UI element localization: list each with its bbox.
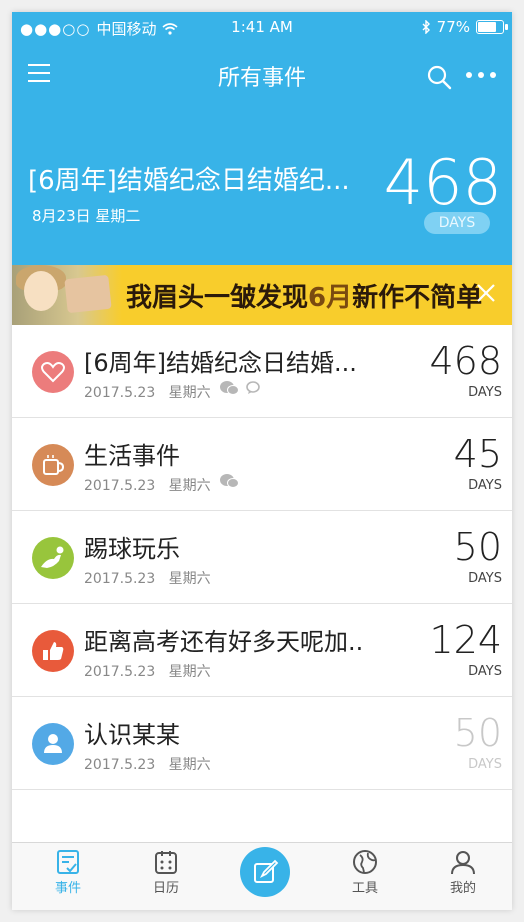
event-title: 踢球玩乐: [84, 535, 180, 563]
event-unit: DAYS: [468, 757, 502, 772]
event-date: 2017.5.23 星期六: [84, 571, 211, 587]
event-row[interactable]: 踢球玩乐 2017.5.23 星期六 50 DAYS: [12, 511, 512, 604]
banner-text: 我眉头一皱发现6月新作不简单: [126, 283, 483, 313]
event-count: 50: [453, 711, 502, 755]
event-share-status: [219, 380, 261, 396]
battery-percent: 77%: [436, 18, 470, 36]
featured-event-title[interactable]: [6周年]结婚纪念日结婚纪...: [28, 160, 350, 197]
event-count: 50: [453, 525, 502, 569]
event-date: 2017.5.23 星期六: [84, 757, 211, 773]
event-title: 生活事件: [84, 442, 180, 470]
heart-icon: [32, 351, 74, 393]
tab-calendar-label: 日历: [152, 881, 179, 896]
event-date: 2017.5.23 星期六: [84, 385, 211, 401]
globe-icon: [353, 850, 377, 874]
new-event-button[interactable]: [240, 847, 290, 897]
tab-events-label: 事件: [54, 881, 81, 896]
ad-banner[interactable]: 我眉头一皱发现6月新作不简单: [12, 265, 512, 325]
bluetooth-icon: [422, 20, 430, 34]
tab-tools-label: 工具: [351, 881, 378, 896]
event-unit: DAYS: [468, 664, 502, 679]
event-title: 距离高考还有好多天呢加..: [84, 628, 364, 656]
thumbs-up-icon: [32, 630, 74, 672]
battery-icon: [476, 20, 508, 34]
tab-bar: 事件 日历 工具 我的: [12, 842, 512, 910]
navigation-bar: 所有事件: [12, 52, 512, 96]
wechat-icon: [220, 381, 239, 395]
banner-close-icon[interactable]: [474, 281, 498, 305]
event-row[interactable]: 距离高考还有好多天呢加.. 2017.5.23 星期六 124 DAYS: [12, 604, 512, 697]
header-panel: ●●●○○ 中国移动 1:41 AM 77% 所有事件 [6周年]结婚纪念日结婚…: [12, 12, 512, 265]
edit-icon: [254, 859, 279, 883]
event-count: 468: [429, 339, 502, 383]
featured-event-count: 468: [383, 146, 502, 219]
tab-profile[interactable]: 我的: [423, 849, 503, 896]
event-count: 124: [429, 618, 502, 662]
status-bar: ●●●○○ 中国移动 1:41 AM 77%: [12, 12, 512, 42]
wechat-icon: [220, 474, 239, 488]
app-screen: ●●●○○ 中国移动 1:41 AM 77% 所有事件 [6周年]结婚纪念日结婚…: [12, 12, 512, 910]
featured-event-date: 8月23日 星期二: [32, 207, 141, 225]
featured-event-unit-badge: DAYS: [424, 212, 490, 234]
person-icon: [32, 723, 74, 765]
cup-icon: [32, 444, 74, 486]
tab-tools[interactable]: 工具: [325, 849, 405, 896]
event-row[interactable]: 认识某某 2017.5.23 星期六 50 DAYS: [12, 697, 512, 790]
search-icon[interactable]: [426, 64, 452, 90]
event-unit: DAYS: [468, 478, 502, 493]
event-title: 认识某某: [84, 721, 180, 749]
event-share-status: [219, 473, 239, 489]
event-unit: DAYS: [468, 571, 502, 586]
event-date: 2017.5.23 星期六: [84, 664, 211, 680]
event-row[interactable]: 生活事件 2017.5.23 星期六 45 DAYS: [12, 418, 512, 511]
banner-character-illustration: [12, 265, 122, 325]
tab-profile-label: 我的: [449, 881, 476, 896]
event-date: 2017.5.23 星期六: [84, 478, 211, 494]
tab-events[interactable]: 事件: [28, 849, 108, 896]
event-list: [6周年]结婚纪念日结婚... 2017.5.23 星期六 468 DAYS 生…: [12, 325, 512, 790]
profile-icon: [451, 851, 475, 875]
events-icon: [57, 850, 79, 874]
soccer-icon: [32, 537, 74, 579]
event-unit: DAYS: [468, 385, 502, 400]
tab-calendar[interactable]: 日历: [126, 849, 206, 896]
event-count: 45: [453, 432, 502, 476]
more-options-button[interactable]: [466, 72, 502, 80]
event-row[interactable]: [6周年]结婚纪念日结婚... 2017.5.23 星期六 468 DAYS: [12, 325, 512, 418]
comment-icon: [246, 381, 260, 394]
calendar-icon: [155, 851, 177, 874]
event-title: [6周年]结婚纪念日结婚...: [84, 349, 357, 377]
